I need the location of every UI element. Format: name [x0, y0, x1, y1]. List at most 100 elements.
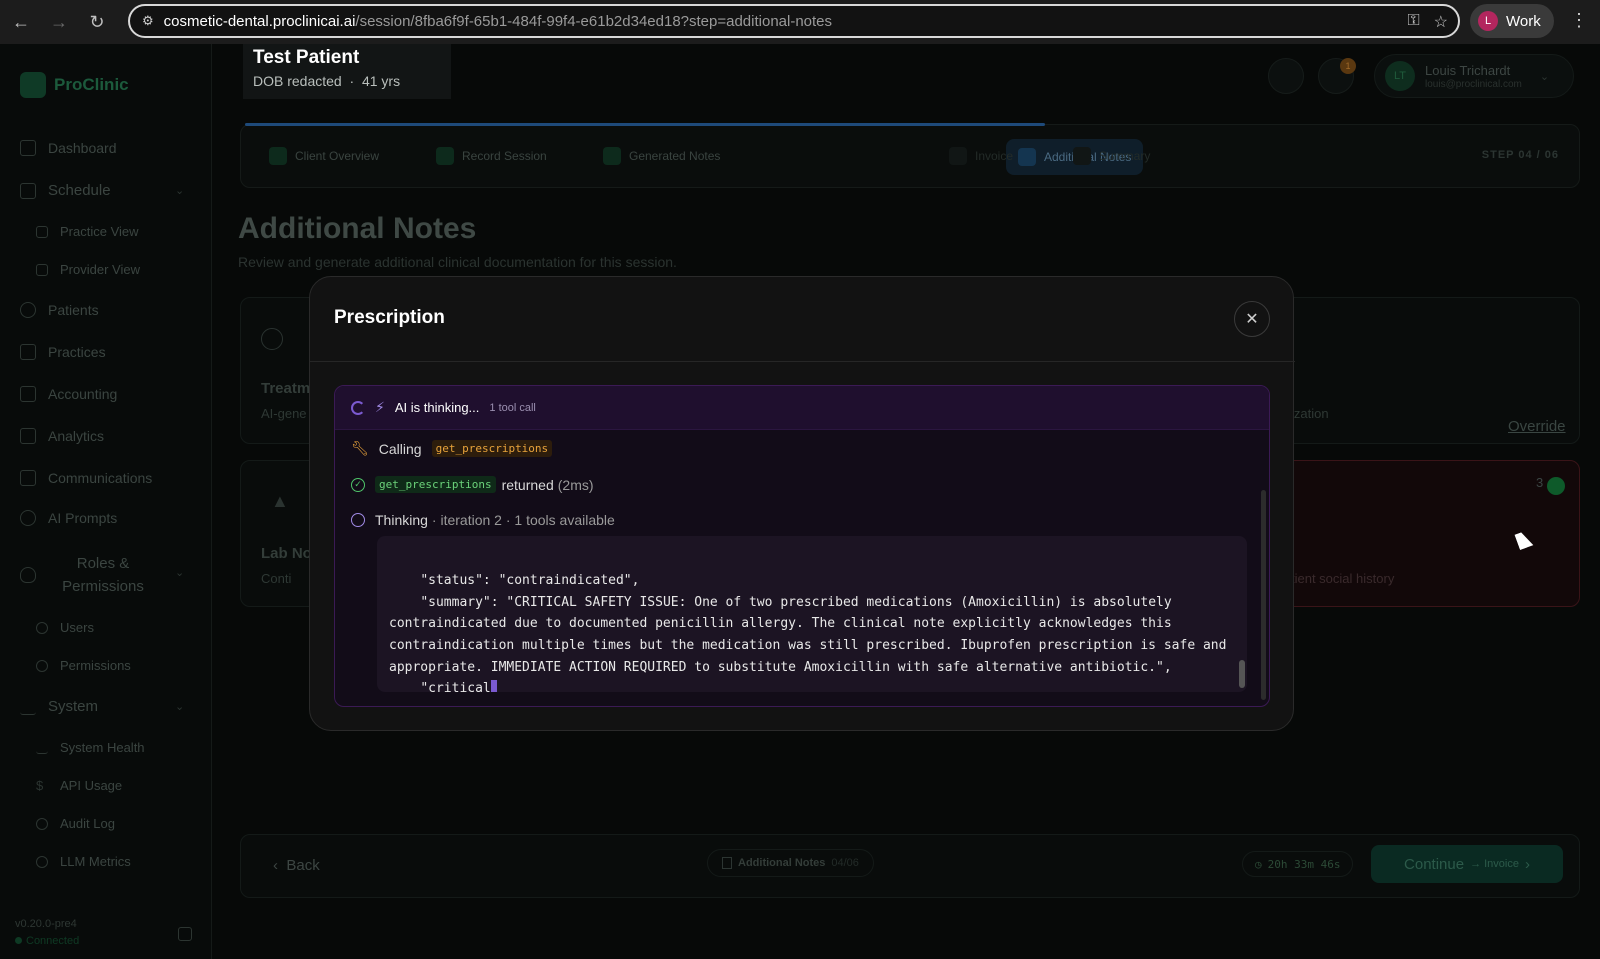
- sidebar-item-accounting[interactable]: Accounting: [20, 386, 117, 402]
- invoice-icon: [949, 147, 967, 165]
- close-icon[interactable]: ✕: [1234, 301, 1270, 337]
- address-bar[interactable]: ⚙ cosmetic-dental.proclinicai.ai/session…: [128, 4, 1460, 38]
- clock-icon: ◷: [1255, 857, 1262, 871]
- override-link[interactable]: Override: [1508, 418, 1566, 435]
- user-icon: [36, 621, 48, 634]
- step-invoice[interactable]: Invoice: [949, 147, 1013, 165]
- sidebar-item-label: Roles & Permissions: [62, 555, 144, 595]
- sidebar-item-roles-permissions[interactable]: Roles & Permissions ⌄: [20, 552, 184, 598]
- page-subtitle: Review and generate additional clinical …: [238, 254, 677, 270]
- sidebar-item-label: Patients: [48, 302, 99, 318]
- ai-thinking-label: AI is thinking...: [394, 400, 480, 415]
- profile-button[interactable]: L Work: [1470, 4, 1554, 38]
- continue-button[interactable]: Continue → Invoice ›: [1371, 845, 1563, 883]
- shield-icon: [36, 659, 48, 672]
- notes-icon: [1018, 148, 1036, 166]
- sidebar-item-label: Communications: [48, 470, 153, 486]
- sidebar-item-label: Accounting: [48, 386, 118, 402]
- user-menu[interactable]: LT Louis Trichardt louis@proclinical.com…: [1374, 54, 1574, 98]
- back-arrow-icon[interactable]: ←: [4, 5, 38, 39]
- footer-bar: ‹ Back Additional Notes 04/06 ◷ 20h 33m 46…: [240, 834, 1580, 898]
- sidebar-item-ai-prompts[interactable]: AI Prompts: [20, 510, 117, 526]
- continue-next-label: → Invoice: [1470, 858, 1519, 870]
- site-settings-icon[interactable]: ⚙: [142, 13, 154, 29]
- sidebar-item-label: System: [48, 698, 99, 715]
- activity-icon: [20, 699, 36, 715]
- bell-icon[interactable]: [1268, 58, 1304, 94]
- sidebar-item-system[interactable]: System ⌄: [20, 698, 184, 715]
- building-icon: [20, 344, 36, 360]
- card-right-text: ization: [1291, 406, 1329, 421]
- back-button[interactable]: ‹ Back: [273, 857, 320, 874]
- sidebar-item-communications[interactable]: Communications: [20, 470, 152, 486]
- panel-scrollbar[interactable]: [1261, 490, 1266, 700]
- browser-menu-icon[interactable]: ⋮: [1570, 10, 1588, 31]
- thinking-output[interactable]: "status": "contraindicated", "summary": …: [377, 536, 1247, 692]
- sidebar-item-permissions[interactable]: Permissions: [36, 658, 131, 673]
- step-label: Record Session: [462, 149, 547, 163]
- thinking-title: Thinking: [375, 512, 428, 528]
- app-logo: ProClinic: [20, 72, 129, 98]
- url-host: cosmetic-dental.proclinicai.ai: [163, 12, 356, 30]
- chevron-down-icon: ⌄: [1539, 70, 1550, 83]
- connection-status-label: Connected: [26, 935, 80, 947]
- password-key-icon[interactable]: ⚿: [1407, 12, 1419, 32]
- sidebar-item-label: Dashboard: [48, 140, 117, 156]
- modal-title: Prescription: [334, 307, 445, 328]
- history-icon: [36, 817, 48, 830]
- version-info: v0.20.0-pre4 Connected: [15, 916, 79, 950]
- sidebar-item-dashboard[interactable]: Dashboard: [20, 140, 117, 156]
- sidebar-item-provider-view[interactable]: Provider View: [36, 262, 140, 277]
- sidebar-item-schedule[interactable]: Schedule ⌄: [20, 182, 184, 199]
- sidebar-item-practices[interactable]: Practices: [20, 344, 106, 360]
- step-label: Client Overview: [295, 149, 380, 163]
- profile-avatar: L: [1478, 11, 1498, 31]
- step-record-session[interactable]: Record Session: [436, 147, 547, 165]
- sidebar-item-patients[interactable]: Patients: [20, 302, 99, 318]
- sidebar-item-users[interactable]: Users: [36, 620, 94, 635]
- summary-icon: [1073, 147, 1091, 165]
- logo-mark-icon: [20, 72, 46, 98]
- shield-icon: [20, 567, 36, 583]
- returned-tool-name: get_prescriptions: [375, 476, 496, 493]
- reload-icon[interactable]: ↻: [80, 5, 114, 39]
- patient-age: 41 yrs: [361, 73, 401, 89]
- wrench-icon: 🔧︎: [351, 440, 369, 456]
- thinking-meta: · iteration 2 · 1 tools available: [431, 512, 615, 528]
- sidebar-item-system-health[interactable]: System Health: [36, 740, 145, 755]
- dashboard-icon: [20, 140, 36, 156]
- profile-label: Work: [1506, 12, 1541, 30]
- dollar-icon: $: [36, 778, 44, 793]
- step-generated-notes[interactable]: Generated Notes: [603, 147, 720, 165]
- check-circle-icon: ✓: [351, 477, 365, 492]
- brain-icon: [351, 513, 365, 527]
- step-summary[interactable]: Summary: [1073, 147, 1150, 165]
- ai-activity-panel: ⚡︎ AI is thinking... 1 tool call 🔧︎ Call…: [334, 385, 1270, 707]
- step-label: Summary: [1099, 149, 1151, 163]
- inner-scrollbar[interactable]: [1239, 660, 1245, 688]
- card-title: Treatm: [261, 380, 311, 397]
- sidebar-item-api-usage[interactable]: $ API Usage: [36, 778, 122, 793]
- code-line: "summary": "CRITICAL SAFETY ISSUE: One o…: [389, 594, 1235, 675]
- sidebar-item-practice-view[interactable]: Practice View: [36, 224, 139, 239]
- modal-divider: [310, 361, 1295, 362]
- status-dot-icon: [15, 937, 22, 944]
- step-client-overview[interactable]: Client Overview: [269, 147, 379, 165]
- sidebar-item-llm-metrics[interactable]: LLM Metrics: [36, 854, 131, 869]
- forward-arrow-icon[interactable]: →: [42, 5, 76, 39]
- sidebar-item-label: Analytics: [48, 428, 105, 444]
- bookmark-star-icon[interactable]: ☆: [1434, 12, 1448, 32]
- app-name: ProClinic: [54, 75, 129, 94]
- credit-card-icon: [20, 386, 36, 402]
- sidebar-item-audit-log[interactable]: Audit Log: [36, 816, 115, 831]
- returned-time: (2ms): [557, 476, 594, 493]
- tool-call-count: 1 tool call: [489, 401, 536, 414]
- step-chip-label: Additional Notes: [738, 857, 826, 869]
- sidebar-item-analytics[interactable]: Analytics: [20, 428, 104, 444]
- sidebar-item-label: Audit Log: [60, 816, 115, 831]
- sidebar-item-label: Schedule: [48, 182, 111, 199]
- step-counter: STEP 04 / 06: [1481, 149, 1559, 161]
- collapse-sidebar-icon[interactable]: [178, 927, 192, 941]
- url-path: /session/8fba6f9f-65b1-484f-99f4-e61b2d3…: [355, 12, 833, 30]
- continue-label: Continue: [1404, 855, 1465, 873]
